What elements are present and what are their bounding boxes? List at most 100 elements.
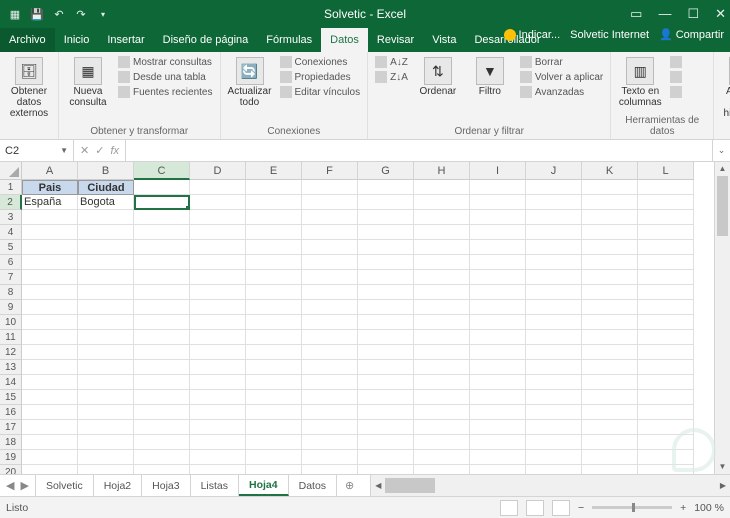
account-name[interactable]: Solvetic Internet [570, 29, 649, 41]
cell[interactable] [134, 315, 190, 330]
cell[interactable] [526, 300, 582, 315]
cell[interactable] [302, 405, 358, 420]
cell[interactable] [190, 285, 246, 300]
cell[interactable] [190, 210, 246, 225]
cell[interactable] [190, 315, 246, 330]
new-query-button[interactable]: ▦Nueva consulta [64, 55, 112, 108]
cell[interactable]: Ciudad [78, 180, 134, 195]
cell[interactable] [358, 330, 414, 345]
cell[interactable] [246, 420, 302, 435]
cell[interactable] [582, 465, 638, 474]
page-break-button[interactable] [552, 500, 570, 516]
cell[interactable] [638, 360, 694, 375]
show-queries-button[interactable]: Mostrar consultas [116, 55, 215, 69]
cell[interactable] [526, 240, 582, 255]
cell[interactable] [302, 270, 358, 285]
cell[interactable] [246, 465, 302, 474]
add-sheet-button[interactable]: ⊕ [337, 475, 362, 496]
cell[interactable] [134, 465, 190, 474]
cell[interactable] [22, 315, 78, 330]
cell[interactable] [190, 330, 246, 345]
cell[interactable] [470, 180, 526, 195]
cell[interactable] [414, 240, 470, 255]
cell[interactable] [358, 435, 414, 450]
minimize-icon[interactable]: — [658, 6, 671, 22]
cell[interactable] [302, 345, 358, 360]
cell[interactable] [78, 315, 134, 330]
cell[interactable] [470, 330, 526, 345]
row-header[interactable]: 6 [0, 255, 22, 270]
cell[interactable] [302, 285, 358, 300]
cell[interactable] [78, 375, 134, 390]
cell[interactable] [414, 315, 470, 330]
cell[interactable] [582, 435, 638, 450]
cell[interactable] [134, 195, 190, 210]
cell[interactable] [582, 315, 638, 330]
sheet-tab[interactable]: Solvetic [36, 475, 94, 496]
cell[interactable] [414, 360, 470, 375]
cell[interactable] [526, 405, 582, 420]
tab-fórmulas[interactable]: Fórmulas [257, 28, 321, 52]
cell[interactable] [246, 180, 302, 195]
cell[interactable] [246, 330, 302, 345]
row-header[interactable]: 3 [0, 210, 22, 225]
col-header[interactable]: D [190, 162, 246, 180]
cell[interactable] [470, 225, 526, 240]
cell[interactable] [414, 180, 470, 195]
prev-sheet-icon[interactable]: ◀ [6, 479, 14, 492]
cell[interactable] [470, 210, 526, 225]
cell[interactable]: Pais [22, 180, 78, 195]
save-icon[interactable]: 💾 [30, 7, 44, 21]
cell[interactable] [358, 465, 414, 474]
cell[interactable] [414, 375, 470, 390]
cell[interactable] [582, 360, 638, 375]
cell[interactable] [134, 300, 190, 315]
data-validation-button[interactable] [668, 85, 708, 99]
cell[interactable] [134, 255, 190, 270]
cell[interactable] [246, 210, 302, 225]
remove-duplicates-button[interactable] [668, 70, 708, 84]
col-header[interactable]: F [302, 162, 358, 180]
select-all-button[interactable] [0, 162, 22, 180]
undo-icon[interactable]: ↶ [52, 7, 66, 21]
cell[interactable] [302, 225, 358, 240]
cancel-icon[interactable]: ✕ [80, 144, 89, 157]
cell[interactable] [470, 420, 526, 435]
tab-datos[interactable]: Datos [321, 28, 368, 52]
redo-icon[interactable]: ↷ [74, 7, 88, 21]
cell[interactable] [78, 300, 134, 315]
text-to-columns-button[interactable]: ▥Texto en columnas [616, 55, 664, 108]
cell[interactable] [302, 375, 358, 390]
sort-desc-button[interactable]: Z↓A [373, 70, 410, 84]
cell[interactable] [358, 390, 414, 405]
cell[interactable] [414, 465, 470, 474]
sort-button[interactable]: ⇅Ordenar [414, 55, 462, 97]
cell[interactable] [414, 225, 470, 240]
fx-icon[interactable]: fx [110, 145, 119, 157]
cell[interactable] [414, 390, 470, 405]
cell[interactable] [246, 405, 302, 420]
cell[interactable] [190, 270, 246, 285]
cell[interactable] [526, 360, 582, 375]
cell[interactable] [78, 435, 134, 450]
cell[interactable] [638, 345, 694, 360]
cell[interactable] [22, 270, 78, 285]
cell[interactable] [78, 390, 134, 405]
cell[interactable] [638, 375, 694, 390]
row-header[interactable]: 8 [0, 285, 22, 300]
row-header[interactable]: 18 [0, 435, 22, 450]
cell[interactable] [414, 210, 470, 225]
get-external-data-button[interactable]: 🗄Obtener datos externos [5, 55, 53, 119]
cell[interactable] [358, 225, 414, 240]
cell[interactable] [302, 435, 358, 450]
row-header[interactable]: 16 [0, 405, 22, 420]
sheet-nav[interactable]: ◀▶ [0, 475, 36, 496]
cell[interactable] [134, 390, 190, 405]
close-icon[interactable]: ✕ [715, 6, 726, 22]
scroll-right-icon[interactable]: ▶ [716, 475, 730, 496]
cell[interactable] [358, 195, 414, 210]
cell[interactable] [78, 270, 134, 285]
qat-dropdown-icon[interactable]: ▾ [96, 7, 110, 21]
horizontal-scrollbar[interactable]: ◀ ▶ [370, 475, 730, 496]
cell[interactable] [78, 285, 134, 300]
